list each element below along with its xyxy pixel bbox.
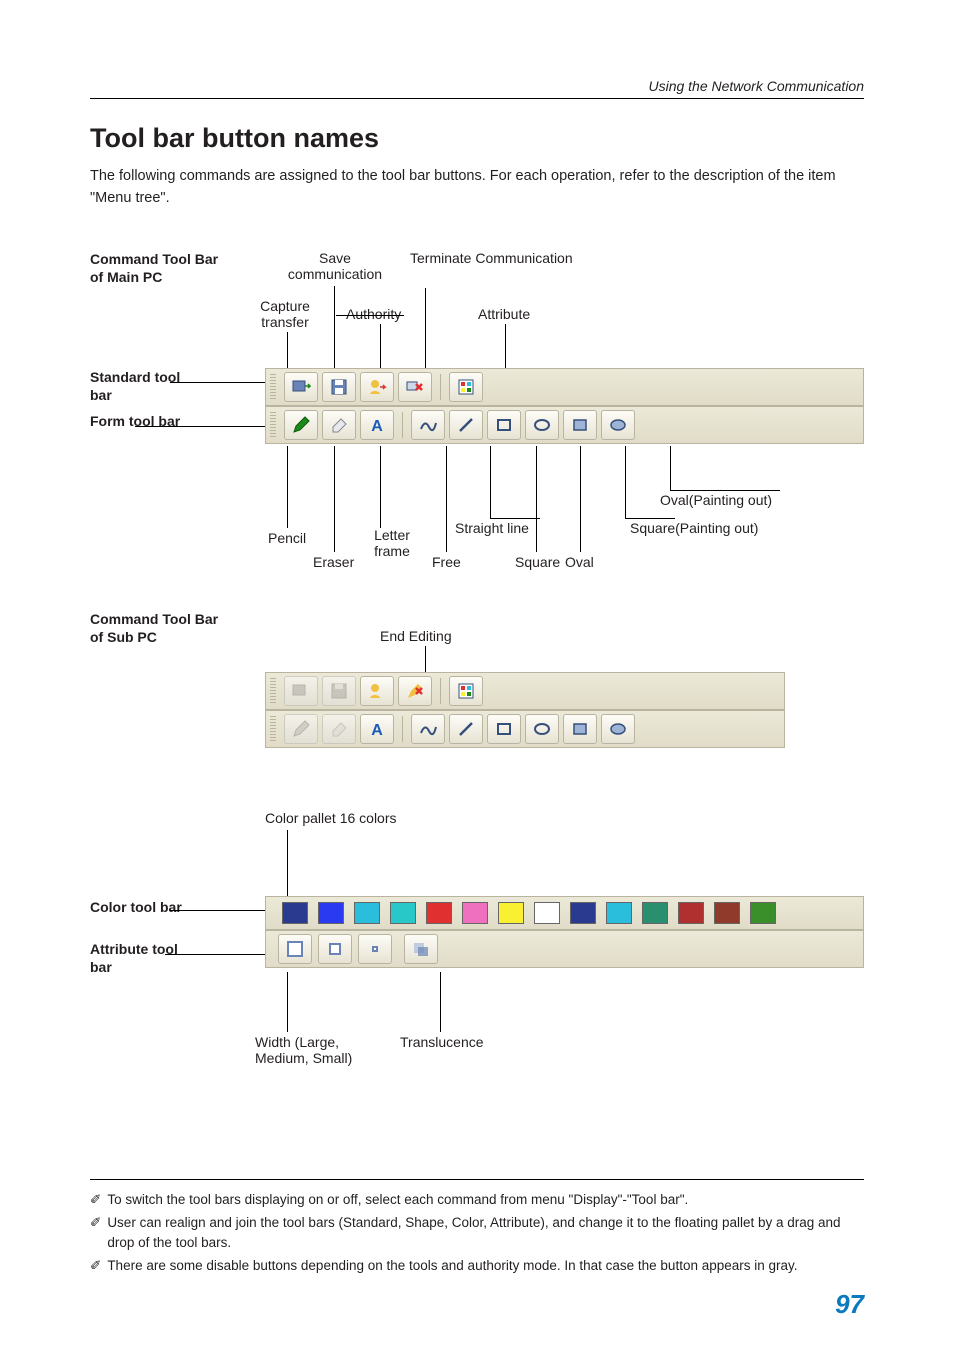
width-large-button[interactable]	[278, 934, 312, 964]
authority-button[interactable]	[360, 676, 394, 706]
label-attribute: Attribute	[478, 306, 530, 322]
footnotes: ✐ To switch the tool bars displaying on o…	[90, 1179, 864, 1280]
width-small-button[interactable]	[358, 934, 392, 964]
label-terminate: Terminate Communication	[410, 250, 573, 266]
diagram-color-attr: Color pallet 16 colors Color tool bar At…	[90, 810, 864, 1090]
save-communication-button	[322, 676, 356, 706]
end-editing-button[interactable]	[398, 676, 432, 706]
attribute-toolbar	[265, 930, 864, 968]
free-button[interactable]	[411, 714, 445, 744]
label-command-sub: Command Tool Bar of Sub PC	[90, 610, 230, 646]
label-square-paint: Square(Painting out)	[630, 520, 758, 536]
color-swatch[interactable]	[642, 902, 668, 924]
page-number: 97	[835, 1289, 864, 1320]
note-icon: ✐	[90, 1256, 101, 1276]
label-standard-toolbar: Standard tool bar	[90, 368, 190, 404]
diagram-sub-pc: Command Tool Bar of Sub PC End Editing A	[90, 610, 864, 810]
svg-text:A: A	[371, 722, 383, 739]
width-medium-button[interactable]	[318, 934, 352, 964]
label-form-toolbar: Form tool bar	[90, 412, 190, 430]
oval-fill-button[interactable]	[601, 410, 635, 440]
note-text: There are some disable buttons depending…	[107, 1256, 797, 1276]
square-fill-button[interactable]	[563, 410, 597, 440]
letter-frame-button[interactable]: A	[360, 714, 394, 744]
intro-text: The following commands are assigned to t…	[90, 166, 864, 210]
authority-button[interactable]	[360, 372, 394, 402]
eraser-button	[322, 714, 356, 744]
color-swatch[interactable]	[390, 902, 416, 924]
label-eraser: Eraser	[313, 554, 354, 570]
svg-text:A: A	[371, 418, 383, 435]
save-communication-button[interactable]	[322, 372, 356, 402]
label-color-toolbar: Color tool bar	[90, 898, 190, 916]
label-width: Width (Large, Medium, Small)	[255, 1034, 385, 1066]
form-toolbar: A	[265, 406, 864, 444]
note-text: To switch the tool bars displaying on or…	[107, 1190, 688, 1210]
label-translucence: Translucence	[400, 1034, 484, 1050]
capture-transfer-button	[284, 676, 318, 706]
color-swatch[interactable]	[498, 902, 524, 924]
square-button[interactable]	[487, 410, 521, 440]
grip[interactable]	[270, 374, 276, 400]
pencil-button	[284, 714, 318, 744]
note-text: User can realign and join the tool bars …	[107, 1213, 864, 1252]
pencil-button[interactable]	[284, 410, 318, 440]
label-color-pallet: Color pallet 16 colors	[265, 810, 397, 826]
label-capture: Capture transfer	[245, 298, 325, 330]
straight-line-button[interactable]	[449, 714, 483, 744]
note-icon: ✐	[90, 1213, 101, 1252]
attribute-button[interactable]	[449, 676, 483, 706]
label-save-comm: Save communication	[275, 250, 395, 282]
color-swatch[interactable]	[534, 902, 560, 924]
label-authority: Authority	[346, 306, 401, 322]
label-letter-frame: Letter frame	[362, 527, 422, 559]
diagram-main-pc: Command Tool Bar of Main PC Save communi…	[90, 250, 864, 610]
capture-transfer-button[interactable]	[284, 372, 318, 402]
label-attribute-toolbar: Attribute tool bar	[90, 940, 190, 976]
label-square: Square	[515, 554, 560, 570]
label-oval-paint: Oval(Painting out)	[660, 492, 772, 508]
oval-button[interactable]	[525, 410, 559, 440]
grip[interactable]	[270, 716, 276, 742]
eraser-button[interactable]	[322, 410, 356, 440]
oval-fill-button[interactable]	[601, 714, 635, 744]
color-toolbar	[265, 896, 864, 930]
color-swatch[interactable]	[678, 902, 704, 924]
color-swatch[interactable]	[750, 902, 776, 924]
free-button[interactable]	[411, 410, 445, 440]
color-swatch[interactable]	[714, 902, 740, 924]
letter-frame-button[interactable]: A	[360, 410, 394, 440]
sub-form-toolbar: A	[265, 710, 785, 748]
attribute-button[interactable]	[449, 372, 483, 402]
terminate-button[interactable]	[398, 372, 432, 402]
straight-line-button[interactable]	[449, 410, 483, 440]
square-fill-button[interactable]	[563, 714, 597, 744]
label-free: Free	[432, 554, 461, 570]
label-pencil: Pencil	[268, 530, 306, 546]
oval-button[interactable]	[525, 714, 559, 744]
color-swatch[interactable]	[606, 902, 632, 924]
translucence-button[interactable]	[404, 934, 438, 964]
color-swatch[interactable]	[426, 902, 452, 924]
page-header: Using the Network Communication	[90, 78, 864, 99]
square-button[interactable]	[487, 714, 521, 744]
standard-toolbar	[265, 368, 864, 406]
sub-standard-toolbar	[265, 672, 785, 710]
label-command-main: Command Tool Bar of Main PC	[90, 250, 220, 286]
label-end-editing: End Editing	[380, 628, 452, 644]
label-straight: Straight line	[455, 520, 529, 536]
label-oval: Oval	[565, 554, 594, 570]
grip[interactable]	[270, 412, 276, 438]
grip[interactable]	[270, 678, 276, 704]
note-icon: ✐	[90, 1190, 101, 1210]
page-title: Tool bar button names	[90, 123, 864, 154]
color-swatch[interactable]	[354, 902, 380, 924]
color-swatch[interactable]	[462, 902, 488, 924]
color-swatch[interactable]	[318, 902, 344, 924]
color-swatch[interactable]	[282, 902, 308, 924]
color-swatch[interactable]	[570, 902, 596, 924]
